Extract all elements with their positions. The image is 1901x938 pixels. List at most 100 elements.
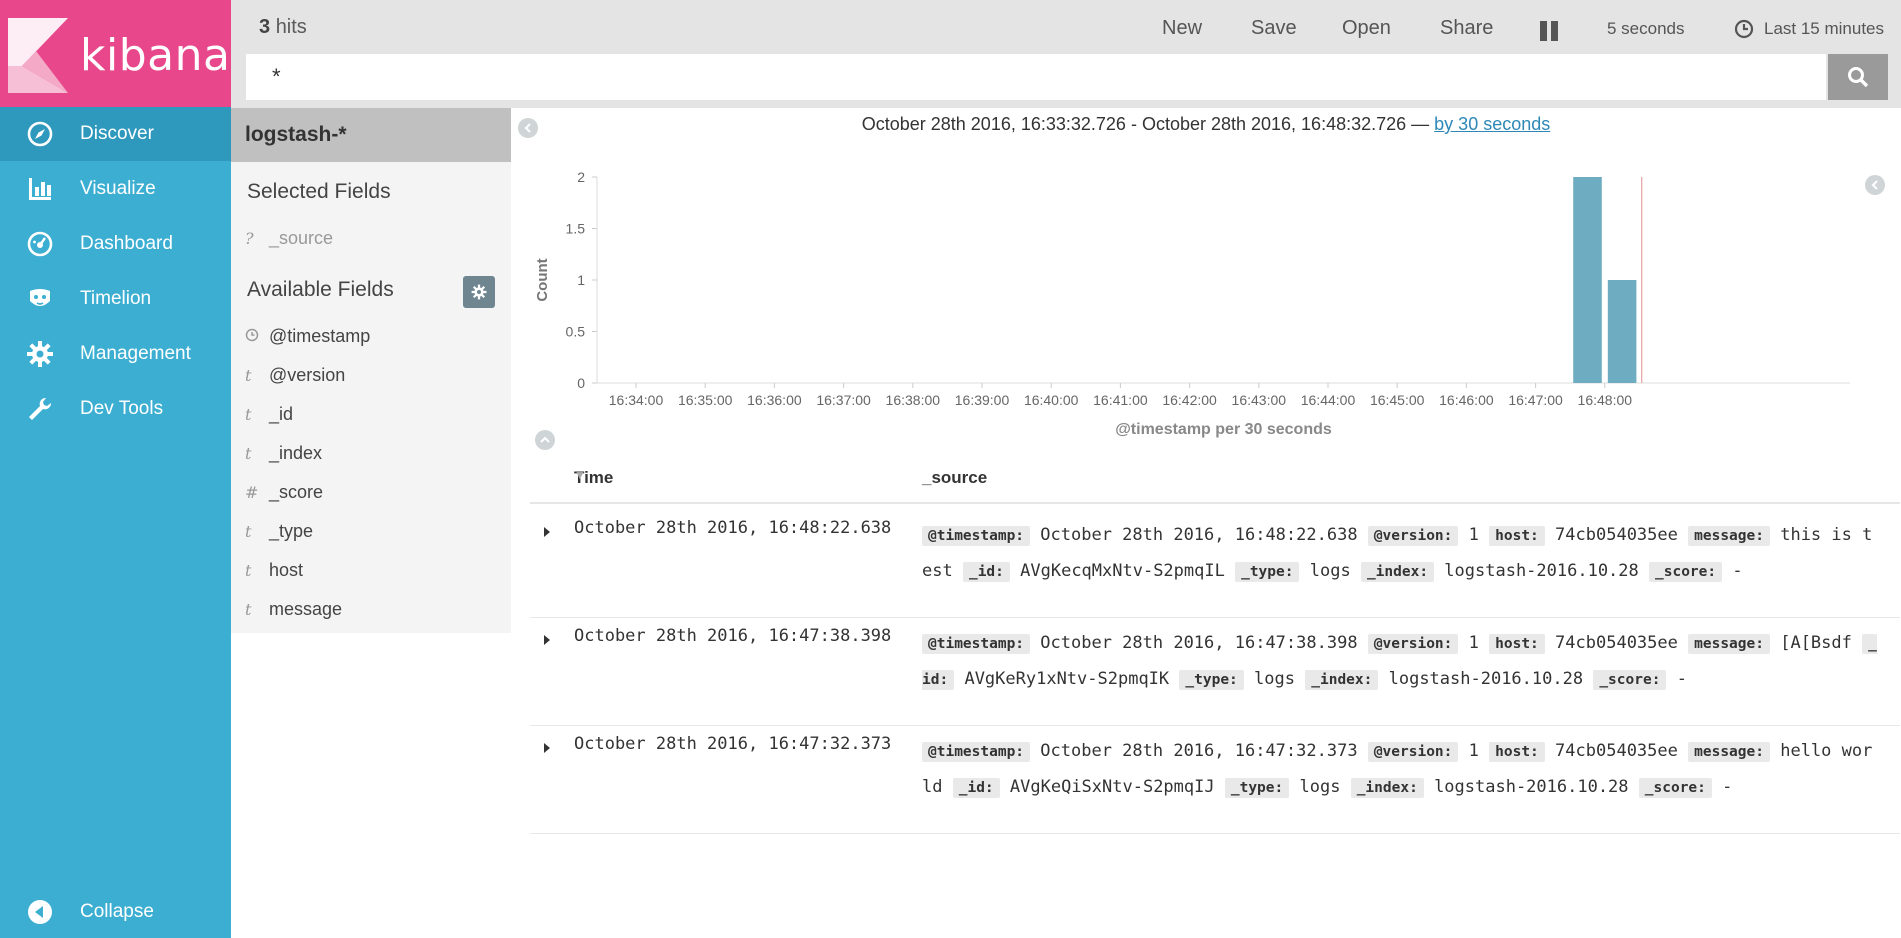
source-field-value: October 28th 2016, 16:48:22.638: [1040, 525, 1358, 545]
histogram-chart: 0 0.5 1 1.5 2 16:34:00 16:35:00 16:36:00 16:37:0…: [534, 169, 1850, 438]
x-tick-label: 16:42:00: [1162, 392, 1217, 408]
source-field-key: _id:: [952, 778, 1000, 798]
collapse-chart-button[interactable]: [535, 430, 555, 450]
x-tick-label: 16:45:00: [1370, 392, 1425, 408]
field-source[interactable]: ? _source: [245, 228, 333, 249]
open-button[interactable]: Open: [1342, 17, 1391, 40]
field-id[interactable]: t _id: [245, 404, 293, 425]
y-axis-label: Count: [534, 258, 551, 301]
source-field-value: logs: [1254, 669, 1295, 689]
collapse-button[interactable]: Collapse: [0, 885, 231, 938]
x-tick-label: 16:39:00: [955, 392, 1010, 408]
source-field-key: _index:: [1360, 562, 1435, 582]
x-tick-label: 16:43:00: [1232, 392, 1287, 408]
sort-desc-icon: ▼: [574, 468, 586, 482]
row-source: @timestamp: October 28th 2016, 16:48:22.…: [922, 518, 1882, 590]
field-message[interactable]: t message: [245, 599, 342, 620]
pause-button[interactable]: [1538, 20, 1560, 48]
histogram-bar[interactable]: [1607, 280, 1637, 383]
field-name: @version: [269, 365, 346, 385]
source-field-key: message:: [1688, 526, 1770, 546]
source-field-value: 74cb054035ee: [1555, 741, 1678, 761]
field-version[interactable]: t @version: [245, 365, 345, 386]
nav-item-management[interactable]: Management: [0, 327, 231, 381]
bar-chart-icon: [0, 175, 80, 203]
nav-label: Management: [80, 343, 191, 364]
source-field-value: October 28th 2016, 16:47:38.398: [1040, 633, 1358, 653]
hits-label: hits: [275, 16, 307, 38]
source-field-value: logs: [1299, 777, 1341, 797]
row-time: October 28th 2016, 16:47:32.373: [574, 734, 892, 754]
row-source: @timestamp: October 28th 2016, 16:47:32.…: [922, 734, 1882, 806]
expand-row-icon[interactable]: [540, 525, 554, 539]
nav-item-timelion[interactable]: Timelion: [0, 272, 231, 326]
dashboard-icon: [0, 230, 80, 258]
nav-item-visualize[interactable]: Visualize: [0, 162, 231, 216]
nav-item-dashboard[interactable]: Dashboard: [0, 217, 231, 271]
field-name: host: [269, 560, 304, 580]
row-time: October 28th 2016, 16:47:38.398: [574, 626, 892, 646]
fields-sidebar: logstash-* Selected Fields ? _source Ava…: [231, 108, 511, 633]
source-field-value: -: [1722, 777, 1733, 797]
source-field-value: October 28th 2016, 16:47:32.373: [1040, 741, 1358, 761]
x-axis-label: @timestamp per 30 seconds: [1115, 421, 1332, 438]
histogram-bar[interactable]: [1573, 177, 1602, 383]
field-timestamp[interactable]: @timestamp: [245, 326, 370, 347]
brand-name: kibana: [80, 30, 231, 81]
source-field-key: host:: [1489, 634, 1545, 654]
nav-label: Discover: [80, 123, 154, 144]
source-field-key: host:: [1489, 742, 1545, 762]
field-type-icon: #: [245, 483, 259, 502]
new-button[interactable]: New: [1162, 17, 1202, 40]
field-index[interactable]: t _index: [245, 443, 322, 464]
y-tick-label: 0: [577, 375, 585, 391]
field-name: _type: [269, 521, 314, 541]
field-type-icon: ?: [245, 229, 254, 248]
interval-link[interactable]: by 30 seconds: [1434, 114, 1550, 134]
row-time: October 28th 2016, 16:48:22.638: [574, 518, 892, 538]
share-button[interactable]: Share: [1440, 17, 1493, 40]
field-type-icon: t: [245, 522, 252, 541]
x-tick-label: 16:38:00: [886, 392, 941, 408]
source-field-key: @version:: [1367, 526, 1459, 546]
field-name: message: [269, 599, 343, 619]
collapse-label: Collapse: [80, 901, 154, 922]
chevron-up-icon: [540, 436, 550, 443]
expand-row-icon[interactable]: [540, 633, 554, 647]
source-field-key: @version:: [1367, 634, 1459, 654]
nav-item-dev-tools[interactable]: Dev Tools: [0, 382, 231, 436]
chevron-left-icon: [1871, 180, 1878, 190]
source-field-key: _type:: [1224, 778, 1290, 798]
chart-legend-toggle[interactable]: [1865, 175, 1885, 195]
kibana-logo[interactable]: kibana: [0, 0, 231, 108]
kibana-logo-icon: [8, 18, 68, 93]
doc-table-header: Time ▼ _source: [530, 468, 1900, 504]
source-field-key: message:: [1688, 634, 1770, 654]
field-type[interactable]: t _type: [245, 521, 313, 542]
field-score[interactable]: # _score: [245, 482, 323, 503]
nav-item-discover[interactable]: Discover: [0, 107, 231, 161]
nav-label: Dashboard: [80, 233, 173, 254]
query-input[interactable]: [246, 54, 1826, 100]
field-settings-button[interactable]: [463, 276, 495, 308]
refresh-interval[interactable]: 5 seconds: [1607, 19, 1685, 39]
field-name: _id: [269, 404, 294, 424]
x-tick-label: 16:40:00: [1024, 392, 1079, 408]
table-row: October 28th 2016, 16:47:38.398 @timestam…: [530, 618, 1900, 726]
time-picker[interactable]: Last 15 minutes: [1734, 19, 1884, 39]
field-type-icon: t: [245, 600, 252, 619]
source-field-key: host:: [1489, 526, 1545, 546]
field-host[interactable]: t host: [245, 560, 303, 581]
nav-label: Dev Tools: [80, 398, 164, 419]
search-button[interactable]: [1828, 54, 1888, 100]
x-tick-label: 16:46:00: [1439, 392, 1494, 408]
save-button[interactable]: Save: [1251, 17, 1297, 40]
source-field-value: 1: [1468, 525, 1479, 545]
expand-row-icon[interactable]: [540, 741, 554, 755]
nav-label: Visualize: [80, 178, 156, 199]
index-pattern-selector[interactable]: logstash-*: [231, 108, 511, 162]
x-tick-label: 16:37:00: [816, 392, 871, 408]
x-tick-label: 16:36:00: [747, 392, 802, 408]
source-field-key: @timestamp:: [922, 634, 1031, 654]
y-tick-label: 1: [577, 272, 585, 288]
